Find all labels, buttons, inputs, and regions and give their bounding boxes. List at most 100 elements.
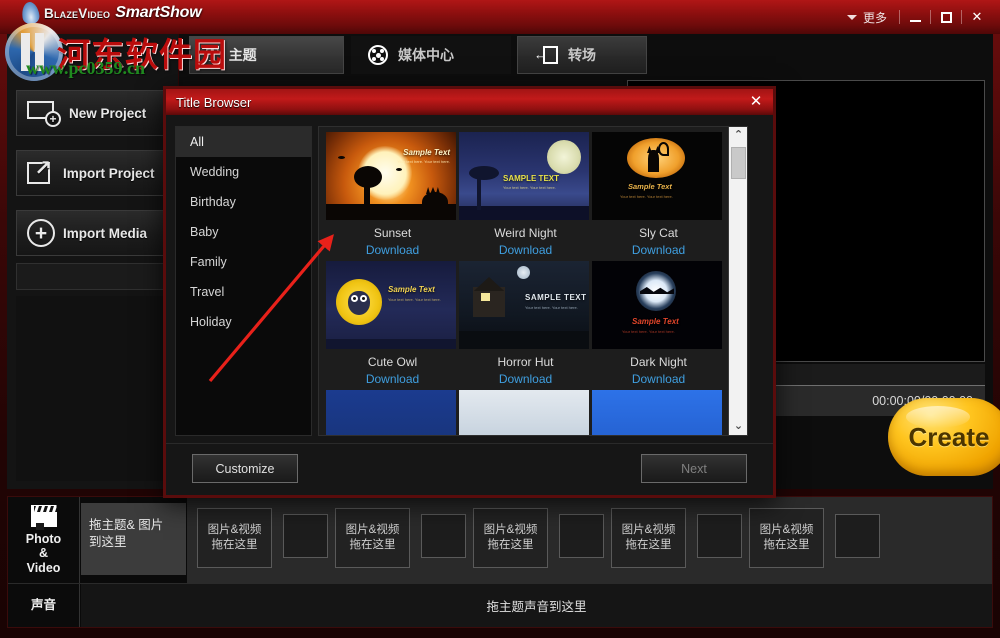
title-thumbnail[interactable]: SAMPLE TEXT Your text here. Your text he… [459,261,589,349]
video-track-label-line-3: Video [27,561,61,575]
timeline-transition-slot[interactable] [697,514,742,558]
new-project-icon: + [27,101,61,125]
create-button[interactable]: Create [888,398,1000,476]
category-item-wedding[interactable]: Wedding [176,157,311,187]
close-icon: ✕ [972,9,983,25]
category-label: Wedding [190,165,239,179]
download-link[interactable]: Download [459,372,592,386]
download-link[interactable]: Download [326,372,459,386]
clip-placeholder-text: 图片&视频 拖在这里 [346,523,400,553]
category-item-all[interactable]: All [176,127,311,157]
timeline-transition-slot[interactable] [835,514,880,558]
audio-track[interactable]: 拖主题声音到这里 [81,584,992,627]
import-media-label: Import Media [63,226,147,241]
timeline-clip-slot[interactable]: 图片&视频 拖在这里 [335,508,410,568]
clip-placeholder-text: 图片&视频 拖在这里 [622,523,676,553]
new-project-button[interactable]: + New Project [16,90,170,136]
title-name: Weird Night [459,226,592,240]
category-label: Family [190,255,227,269]
title-card[interactable]: SAMPLE TEXT Your text here. Your text he… [459,132,592,257]
import-media-button[interactable]: + Import Media [16,210,170,256]
tab-transition[interactable]: ← 转场 [517,36,647,74]
category-item-holiday[interactable]: Holiday [176,307,311,337]
title-card[interactable] [459,390,592,436]
minimize-icon [910,20,921,22]
timeline-transition-slot[interactable] [283,514,328,558]
download-link[interactable]: Download [459,243,592,257]
title-thumbnail[interactable]: SAMPLE TEXT Your text here. Your text he… [459,132,589,220]
grid-scrollbar[interactable]: ⌃ ⌄ [728,127,747,435]
title-card[interactable]: Sample Text Your text here. Your text he… [592,132,725,257]
title-grid-container: Sample Text Your text here. Your text he… [318,126,748,436]
close-button[interactable]: ✕ [962,0,992,34]
thumbnail-sample-text: Sample Text [632,317,679,326]
title-name: Dark Night [592,355,725,369]
download-link[interactable]: Download [592,243,725,257]
dialog-body: All Wedding Birthday Baby Family Travel … [166,115,773,495]
maximize-button[interactable] [931,0,961,34]
minimize-button[interactable] [900,0,930,34]
title-name: Sunset [326,226,459,240]
title-card[interactable]: SAMPLE TEXT Your text here. Your text he… [459,261,592,386]
category-label: Birthday [190,195,236,209]
clip-placeholder-text: 图片&视频 拖在这里 [208,523,262,553]
application-window: BlazeVideo SmartShow 更多 ✕ [0,0,1000,638]
dialog-title: Title Browser [166,95,251,110]
title-thumbnail[interactable] [459,390,589,436]
title-thumbnail[interactable] [326,390,456,436]
next-button[interactable]: Next [641,454,747,483]
divider [930,10,931,24]
video-track-row: Photo & Video 拖主题& 图片 到这里 图片&视频 拖在这里 图片&… [8,497,992,583]
timeline-transition-slot[interactable] [559,514,604,558]
title-thumbnail[interactable] [592,390,722,436]
timeline-clip-slot[interactable]: 图片&视频 拖在这里 [473,508,548,568]
brand-prefix: BlazeVideo [44,6,110,21]
timeline-clip-slot[interactable]: 图片&视频 拖在这里 [749,508,824,568]
category-label: Baby [190,225,219,239]
scroll-down-icon[interactable]: ⌄ [729,418,748,435]
download-link[interactable]: Download [326,243,459,257]
title-card[interactable]: Sample Text Your text here. Your text he… [592,261,725,386]
category-item-baby[interactable]: Baby [176,217,311,247]
timeline-clip-slot[interactable]: 图片&视频 拖在这里 [611,508,686,568]
title-thumbnail[interactable]: Sample Text Your text here. Your text he… [592,132,722,220]
clip-placeholder-text: 图片&视频 拖在这里 [760,523,814,553]
theme-drop-slot[interactable]: 拖主题& 图片 到这里 [81,503,186,575]
tab-media-center[interactable]: 媒体中心 [351,36,511,74]
left-sidebar: + New Project ↗ Import Project + Import … [7,34,179,489]
timeline-clip-slot[interactable]: 图片&视频 拖在这里 [197,508,272,568]
title-grid: Sample Text Your text here. Your text he… [319,127,729,436]
thumbnail-sub-text: Your text here. Your text here. [503,185,556,190]
category-list: All Wedding Birthday Baby Family Travel … [175,126,312,436]
more-menu-button[interactable]: 更多 [843,9,899,26]
dialog-close-button[interactable]: ✕ [747,93,765,111]
download-link[interactable]: Download [592,372,725,386]
title-thumbnail[interactable]: Sample Text Your text here. Your text he… [326,261,456,349]
customize-button[interactable]: Customize [192,454,298,483]
title-card[interactable] [326,390,459,436]
video-track[interactable]: 图片&视频 拖在这里 图片&视频 拖在这里 图片&视频 拖在这里 图片&视频 拖… [187,497,992,583]
title-thumbnail[interactable]: Sample Text Your text here. Your text he… [592,261,722,349]
chevron-down-icon [847,15,857,20]
title-card[interactable] [592,390,725,436]
title-thumbnail[interactable]: Sample Text Your text here. Your text he… [326,132,456,220]
scroll-up-icon[interactable]: ⌃ [729,127,748,144]
tab-transition-label: 转场 [568,45,596,65]
category-item-family[interactable]: Family [176,247,311,277]
import-project-icon: ↗ [27,160,55,186]
title-card[interactable]: Sample Text Your text here. Your text he… [326,261,459,386]
flame-logo-icon [21,1,41,25]
timeline-transition-slot[interactable] [421,514,466,558]
window-controls: 更多 ✕ [843,0,992,34]
category-item-travel[interactable]: Travel [176,277,311,307]
timeline: Photo & Video 拖主题& 图片 到这里 图片&视频 拖在这里 图片&… [7,496,993,628]
scrollbar-thumb[interactable] [731,147,746,179]
audio-track-row: 声音 拖主题声音到这里 [8,583,992,627]
category-item-birthday[interactable]: Birthday [176,187,311,217]
import-project-button[interactable]: ↗ Import Project [16,150,170,196]
tab-bar: T 主题 媒体中心 ← 转场 [179,34,619,76]
brand-name: SmartShow [115,4,201,22]
title-card[interactable]: Sample Text Your text here. Your text he… [326,132,459,257]
video-track-label-line-2: & [39,546,48,560]
transition-icon: ← [534,46,558,64]
